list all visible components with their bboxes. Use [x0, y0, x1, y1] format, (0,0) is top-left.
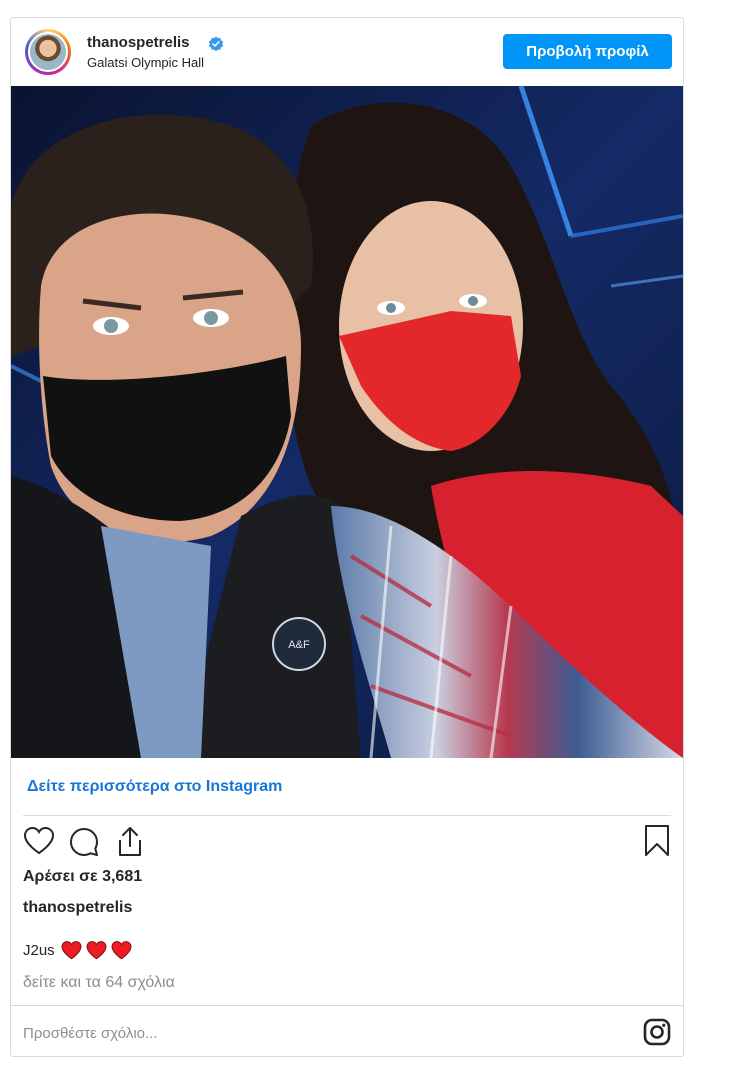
heart-emoji-icon: [111, 941, 132, 960]
see-more-on-instagram-link[interactable]: Δείτε περισσότερα στο Instagram: [27, 778, 282, 796]
heart-emoji-icon: [86, 941, 107, 960]
share-upload-icon[interactable]: [114, 824, 146, 858]
location-link[interactable]: Galatsi Olympic Hall: [87, 55, 204, 70]
caption-username[interactable]: thanospetrelis: [23, 899, 132, 917]
add-comment-input[interactable]: [23, 1022, 613, 1044]
comment-bubble-icon[interactable]: [68, 826, 100, 858]
svg-text:A&F: A&F: [288, 639, 310, 651]
heart-outline-icon[interactable]: [23, 826, 55, 856]
instagram-logo-icon[interactable]: [643, 1018, 671, 1046]
post-header: thanospetrelis Galatsi Olympic Hall Προβ…: [11, 18, 683, 86]
caption-text: J2us: [23, 942, 55, 959]
verified-badge-icon: [208, 36, 224, 52]
divider: [11, 1005, 683, 1006]
avatar[interactable]: [25, 29, 71, 75]
username[interactable]: thanospetrelis: [87, 34, 190, 51]
post-caption: J2us: [23, 941, 132, 960]
caption-emojis: [61, 941, 132, 960]
selfie-photo-illustration: A&F: [11, 86, 683, 758]
likes-count[interactable]: Αρέσει σε 3,681: [23, 868, 142, 886]
post-photo[interactable]: A&F: [11, 86, 683, 758]
instagram-embed-card: thanospetrelis Galatsi Olympic Hall Προβ…: [10, 17, 684, 1057]
view-profile-button[interactable]: Προβολή προφίλ: [503, 34, 672, 69]
view-all-comments-link[interactable]: δείτε και τα 64 σχόλια: [23, 974, 175, 992]
heart-emoji-icon: [61, 941, 82, 960]
divider: [23, 815, 671, 816]
avatar-image: [28, 32, 68, 72]
bookmark-icon[interactable]: [643, 824, 671, 858]
